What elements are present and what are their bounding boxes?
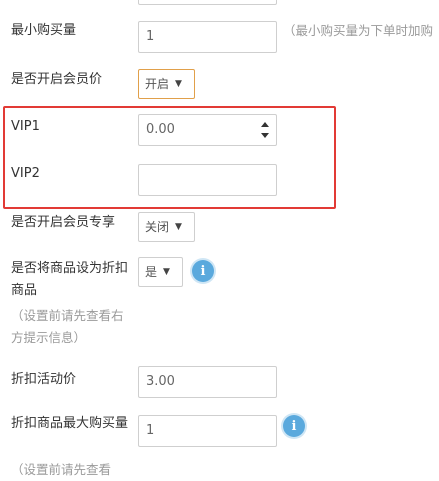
chevron-down-icon: ▼	[175, 222, 182, 232]
vip1-label: VIP1	[11, 119, 40, 134]
vip2-input[interactable]	[138, 164, 277, 196]
number-spinner-icon[interactable]	[260, 122, 270, 138]
member-price-label: 是否开启会员价	[11, 72, 103, 87]
discount-price-label: 折扣活动价	[11, 372, 77, 387]
member-exclusive-label: 是否开启会员专享	[11, 215, 116, 230]
discount-price-input[interactable]: 3.00	[138, 366, 277, 398]
spinner-down-icon[interactable]	[261, 133, 269, 138]
discount-max-buy-input[interactable]: 1	[138, 415, 277, 447]
info-icon[interactable]: i	[192, 260, 214, 282]
min-buy-label: 最小购买量	[11, 23, 77, 38]
member-exclusive-select[interactable]: 关闭 ▼	[138, 212, 195, 242]
top-cutoff-input[interactable]	[138, 0, 277, 5]
set-discount-select[interactable]: 是 ▼	[138, 257, 183, 287]
chevron-down-icon: ▼	[163, 267, 170, 277]
vip1-number-input[interactable]: 0.00	[138, 114, 277, 146]
chevron-down-icon: ▼	[175, 79, 182, 89]
vip1-value: 0.00	[146, 122, 175, 137]
set-discount-label: 是否将商品设为折扣商品	[11, 261, 129, 298]
spinner-up-icon[interactable]	[261, 122, 269, 127]
info-icon[interactable]: i	[283, 415, 305, 437]
member-exclusive-select-value: 关闭	[145, 220, 170, 234]
member-price-select-value: 开启	[145, 77, 170, 91]
set-discount-select-value: 是	[145, 265, 158, 279]
discount-max-buy-label: 折扣商品最大购买量	[11, 416, 129, 431]
member-price-select[interactable]: 开启 ▼	[138, 69, 195, 99]
vip2-label: VIP2	[11, 166, 40, 181]
set-discount-hint: （设置前请先查看右方提示信息）	[11, 308, 124, 345]
min-buy-hint: （最小购买量为下单时加购	[283, 23, 434, 38]
min-buy-input[interactable]: 1	[138, 21, 277, 53]
